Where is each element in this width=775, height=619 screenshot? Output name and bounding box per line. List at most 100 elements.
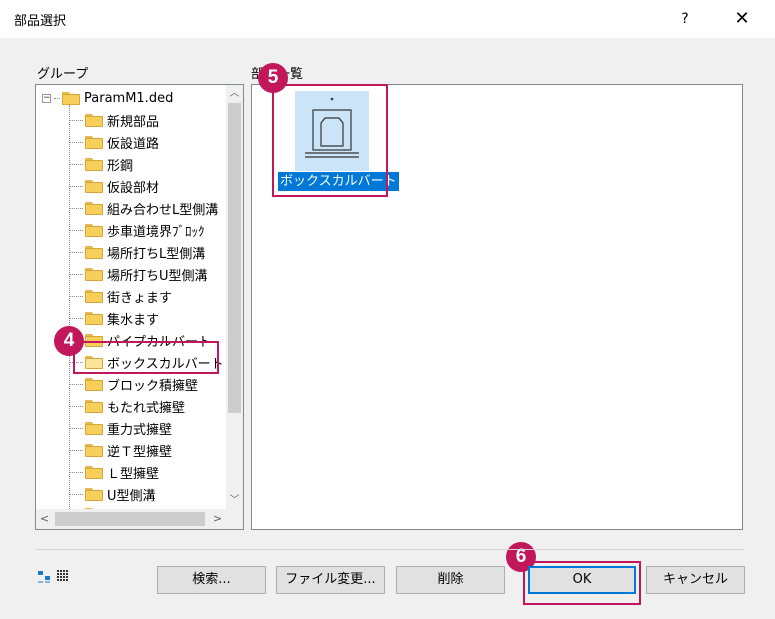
folder-icon (85, 465, 103, 479)
tree-item[interactable]: もたれ式擁壁 (69, 395, 185, 417)
tree-branch-line (69, 207, 83, 209)
folder-icon (85, 201, 103, 215)
title-bar: 部品選択 ? ✕ (0, 0, 775, 38)
tree-root[interactable]: − ParamM1.ded (42, 87, 173, 109)
separator-line (35, 549, 745, 550)
tree-item[interactable]: ブロック積擁壁 (69, 373, 198, 395)
large-icon-view-icon[interactable] (37, 568, 53, 584)
tree-item-label: 逆Ｔ型擁壁 (107, 444, 173, 460)
tree-item[interactable]: U型側溝 (69, 483, 156, 505)
folder-icon (62, 91, 80, 105)
tree-item-label: 仮設部材 (107, 180, 160, 196)
tree-branch-line (69, 229, 83, 231)
tree-item[interactable]: 仮設部材 (69, 175, 159, 197)
tree-item-label: Ｌ型擁壁 (107, 466, 160, 482)
tree-branch-line (69, 163, 83, 165)
tree-branch-line (69, 185, 83, 187)
group-label: グループ (37, 67, 89, 82)
folder-icon (85, 377, 103, 391)
tree-branch-line (69, 119, 83, 121)
tree-branch-line (69, 493, 83, 495)
folder-icon (85, 223, 103, 237)
tree-item-label: 形鋼 (107, 158, 134, 174)
open-folder-icon (85, 355, 103, 369)
tree-item[interactable]: 場所打ちL型側溝 (69, 241, 205, 263)
folder-icon (85, 157, 103, 171)
tree-item-label: 場所打ちL型側溝 (107, 246, 206, 262)
parts-list[interactable]: ボックスカルバート (251, 84, 743, 530)
collapse-icon[interactable]: − (42, 93, 51, 103)
tree-branch-line (69, 471, 83, 473)
tree-item[interactable]: パイプカルバート (69, 329, 211, 351)
folder-icon (85, 179, 103, 193)
tree-item[interactable]: 仮設道路 (69, 131, 159, 153)
tree-item[interactable]: 歩車道境界ﾌﾞﾛｯｸ (69, 219, 205, 241)
search-button[interactable]: 検索... (157, 566, 266, 594)
folder-icon (85, 113, 103, 127)
tree-vertical-scrollbar[interactable]: ︿ ﹀ (226, 85, 243, 509)
tree-branch-line (69, 427, 83, 429)
scroll-left-icon[interactable]: < (36, 509, 53, 529)
tree-item-selected[interactable]: ボックスカルバート (69, 351, 224, 373)
scroll-right-icon[interactable]: > (209, 509, 226, 529)
tree-horizontal-scrollbar[interactable]: < > (36, 509, 226, 529)
tree-item-label: ボックスカルバート (107, 356, 224, 372)
tree-branch-line (54, 97, 60, 99)
tree-item[interactable]: 組み合わせL型側溝 (69, 197, 218, 219)
part-selection-dialog: 部品選択 ? ✕ グループ 部品一覧 − ParamM1.ded 新規部品 (0, 0, 775, 619)
tree-item[interactable]: 街きょます (69, 285, 172, 307)
tree-item-label: パイプカルバート (107, 334, 212, 350)
tree-item-label: 新規部品 (107, 114, 160, 130)
folder-icon (85, 333, 103, 347)
folder-icon (85, 135, 103, 149)
tree-item[interactable]: 場所打ちU型側溝 (69, 263, 208, 285)
help-button[interactable]: ? (668, 4, 702, 34)
tree-branch-line (69, 405, 83, 407)
tree-branch-line (69, 317, 83, 319)
scroll-up-icon[interactable]: ︿ (226, 85, 243, 102)
tree-branch-line (69, 295, 83, 297)
tree-root-label: ParamM1.ded (84, 90, 174, 106)
tree-item-label: 街きょます (107, 290, 173, 306)
tree-item-label: 重力式擁壁 (107, 422, 173, 438)
window-title: 部品選択 (14, 14, 67, 29)
ok-button[interactable]: OK (528, 566, 636, 594)
scroll-down-icon[interactable]: ﹀ (226, 492, 243, 509)
tree-branch-line (69, 251, 83, 253)
tree-branch-line (69, 383, 83, 385)
scroll-thumb[interactable] (228, 103, 241, 413)
tree-item-label: 仮設道路 (107, 136, 160, 152)
scroll-thumb-horizontal[interactable] (55, 512, 205, 526)
tree-item[interactable]: Ｌ型擁壁 (69, 461, 159, 483)
folder-icon (85, 289, 103, 303)
part-item-label: ボックスカルバート (278, 172, 399, 191)
step-badge-4: 4 (54, 326, 84, 356)
tree-item-label: U型側溝 (107, 488, 156, 504)
tree-item[interactable]: 集水ます (69, 307, 159, 329)
step-badge-5: 5 (258, 63, 288, 93)
group-tree[interactable]: − ParamM1.ded 新規部品 仮設道路 形鋼 仮設部材 組み合わせL型側… (35, 84, 244, 530)
tree-item[interactable]: 新規部品 (69, 109, 159, 131)
tree-item[interactable]: 形鋼 (69, 153, 133, 175)
tree-content: − ParamM1.ded 新規部品 仮設道路 形鋼 仮設部材 組み合わせL型側… (36, 85, 226, 509)
tree-item[interactable]: 重力式擁壁 (69, 417, 172, 439)
box-culvert-thumbnail-icon (295, 91, 369, 171)
scrollbar-corner (226, 509, 243, 529)
cancel-button[interactable]: キャンセル (646, 566, 745, 594)
change-file-button[interactable]: ファイル変更... (276, 566, 385, 594)
close-button[interactable]: ✕ (722, 4, 762, 34)
part-item-box-culvert[interactable]: ボックスカルバート (276, 91, 399, 197)
folder-icon (85, 487, 103, 501)
tree-item-label: 集水ます (107, 312, 160, 328)
tree-branch-line (69, 273, 83, 275)
folder-icon (85, 311, 103, 325)
folder-icon (85, 399, 103, 413)
tree-branch-line (69, 141, 83, 143)
tree-item-label: 場所打ちU型側溝 (107, 268, 208, 284)
list-view-icon[interactable] (56, 568, 72, 584)
tree-item-label: もたれ式擁壁 (107, 400, 186, 416)
tree-item[interactable]: 逆Ｔ型擁壁 (69, 439, 172, 461)
tree-item-label: 歩車道境界ﾌﾞﾛｯｸ (107, 224, 205, 240)
delete-button[interactable]: 削除 (396, 566, 505, 594)
tree-item-label: 組み合わせL型側溝 (107, 202, 219, 218)
